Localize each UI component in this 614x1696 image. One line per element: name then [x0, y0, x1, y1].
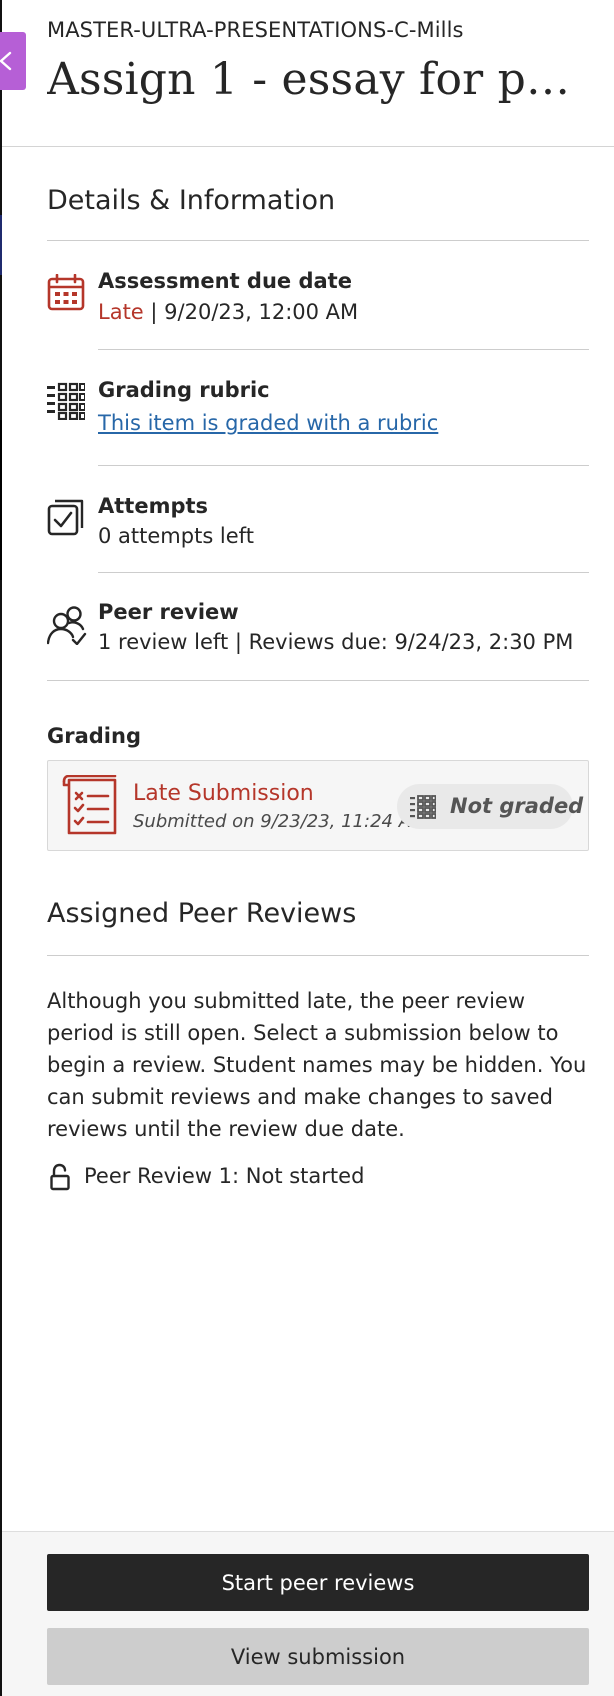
panel-header: MASTER-ULTRA-PRESENTATIONS-C-Mills Assig…: [2, 0, 614, 147]
page-title: Assign 1 - essay for peer review: [47, 54, 592, 105]
peer-review-label: Peer review: [98, 600, 239, 624]
details-panel: MASTER-ULTRA-PRESENTATIONS-C-Mills Assig…: [2, 0, 614, 1696]
divider: [47, 955, 589, 956]
panel-footer: Start peer reviews View submission: [2, 1531, 614, 1696]
due-date-value-row: Late | 9/20/23, 12:00 AM: [98, 300, 358, 324]
peer-review-description: Although you submitted late, the peer re…: [47, 989, 587, 1141]
peer-review-item-label: Peer Review 1: Not started: [84, 1164, 365, 1188]
rubric-link[interactable]: This item is graded with a rubric: [98, 411, 438, 435]
assigned-reviews-title: Assigned Peer Reviews: [47, 898, 357, 929]
peer-review-value: 1 review left | Reviews due: 9/24/23, 2:…: [98, 630, 574, 654]
checklist-document-icon: [62, 775, 117, 835]
attempts-label: Attempts: [98, 494, 209, 518]
rubric-label: Grading rubric: [98, 378, 270, 402]
divider: [47, 680, 589, 681]
due-date-separator: |: [143, 300, 165, 324]
divider: [98, 572, 589, 573]
grading-card[interactable]: Late Submission Submitted on 9/23/23, 11…: [47, 760, 589, 851]
unlock-icon: [50, 1163, 70, 1191]
details-section-title: Details & Information: [47, 185, 336, 216]
attempts-value: 0 attempts left: [98, 524, 254, 548]
rubric-grid-icon: [47, 382, 85, 420]
start-peer-reviews-button[interactable]: Start peer reviews: [47, 1554, 589, 1611]
course-name: MASTER-ULTRA-PRESENTATIONS-C-Mills: [47, 18, 464, 42]
grading-status-title: Late Submission: [133, 781, 314, 806]
due-date-label: Assessment due date: [98, 269, 352, 293]
peer-review-icon: [47, 606, 87, 645]
grade-status: Not graded: [450, 794, 584, 818]
close-icon: [0, 51, 12, 71]
grade-pill: Not graded: [397, 784, 583, 829]
calendar-icon: [47, 274, 85, 311]
divider: [47, 240, 589, 241]
grading-label: Grading: [47, 724, 141, 748]
late-status: Late: [98, 300, 144, 324]
checkbox-stack-icon: [47, 499, 84, 536]
view-submission-button[interactable]: View submission: [47, 1628, 589, 1685]
due-date-value: 9/20/23, 12:00 AM: [164, 300, 359, 324]
divider: [98, 349, 589, 350]
close-panel-button[interactable]: [0, 32, 26, 90]
rubric-grid-icon: [410, 795, 436, 819]
divider: [98, 465, 589, 466]
submitted-timestamp: Submitted on 9/23/23, 11:24 AM: [133, 811, 427, 832]
